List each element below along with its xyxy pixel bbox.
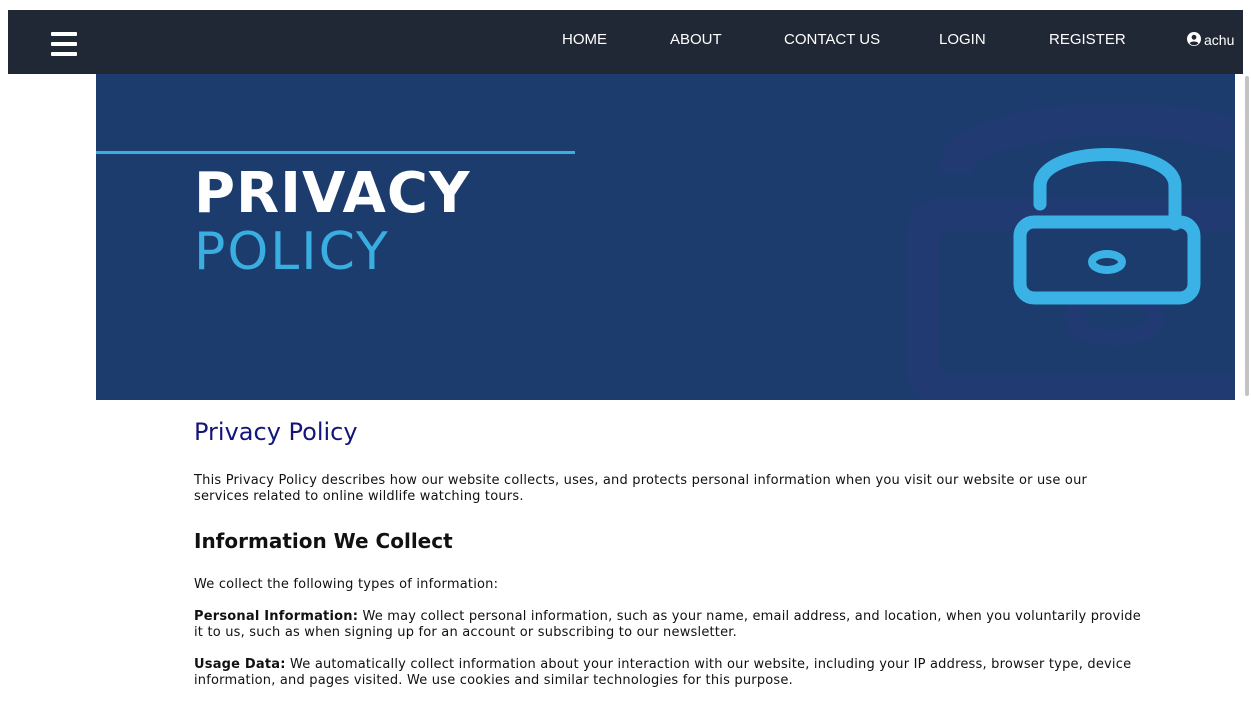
types-intro-paragraph: We collect the following types of inform…	[194, 577, 499, 592]
user-circle-icon	[1187, 32, 1201, 46]
nav-link-home[interactable]: HOME	[562, 10, 607, 74]
hero-title-policy: POLICY	[194, 222, 390, 282]
usage-data-text: We automatically collect information abo…	[194, 657, 1132, 688]
hero-banner: PRIVACY POLICY	[96, 74, 1235, 400]
nav-link-about[interactable]: ABOUT	[670, 10, 722, 74]
nav-link-contact-us[interactable]: CONTACT US	[784, 10, 880, 74]
page-title: Privacy Policy	[194, 418, 358, 446]
user-name: achu	[1204, 32, 1235, 48]
page-scrollbar[interactable]	[1243, 0, 1251, 705]
scrollbar-thumb[interactable]	[1245, 76, 1249, 396]
personal-info-label: Personal Information:	[194, 609, 359, 624]
hero-accent-line	[96, 151, 575, 154]
hero-title-privacy: PRIVACY	[194, 161, 471, 226]
privacy-content: Privacy Policy This Privacy Policy descr…	[194, 414, 1144, 688]
personal-info-paragraph: Personal Information: We may collect per…	[194, 609, 1144, 641]
padlock-icon	[906, 103, 1235, 400]
nav-link-login[interactable]: LOGIN	[939, 10, 986, 74]
nav-link-register[interactable]: REGISTER	[1049, 10, 1126, 74]
top-navbar: HOME ABOUT CONTACT US LOGIN REGISTER ach…	[8, 10, 1243, 74]
section-heading: Information We Collect	[194, 529, 453, 553]
user-menu[interactable]: achu	[1187, 10, 1234, 74]
usage-data-label: Usage Data:	[194, 657, 286, 672]
intro-paragraph: This Privacy Policy describes how our we…	[194, 473, 1088, 504]
hamburger-menu-icon[interactable]	[51, 32, 77, 56]
usage-data-paragraph: Usage Data: We automatically collect inf…	[194, 657, 1144, 689]
